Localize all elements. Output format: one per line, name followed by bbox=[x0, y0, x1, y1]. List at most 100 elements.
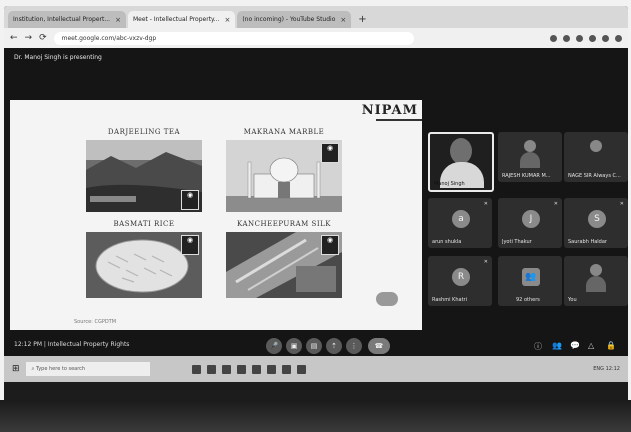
present-button[interactable]: ⇡ bbox=[326, 338, 342, 354]
windows-start-icon[interactable]: ⊞ bbox=[12, 364, 20, 374]
chat-icon[interactable]: 💬 bbox=[570, 341, 580, 350]
people-icon[interactable]: 👥 bbox=[552, 341, 562, 350]
panel-caption: MAKRANA MARBLE bbox=[243, 128, 325, 136]
camera-icon[interactable] bbox=[550, 34, 557, 42]
back-icon[interactable]: ← bbox=[10, 33, 18, 43]
participant-avatar: S bbox=[588, 210, 606, 228]
participant-avatar: R bbox=[452, 268, 470, 286]
meet-stage: Dr. Manoj Singh is presenting NIPAM DARJ… bbox=[4, 48, 628, 356]
participant-name: Manoj Singh bbox=[434, 181, 465, 187]
browser-tab[interactable]: Institution, Intellectual Propert... × bbox=[8, 11, 126, 28]
people-icon: 👥 bbox=[522, 268, 540, 286]
extension-icons bbox=[550, 34, 622, 42]
participant-tile-video[interactable]: Manoj Singh bbox=[428, 132, 494, 192]
info-icon[interactable]: ⓘ bbox=[534, 341, 542, 352]
reload-icon[interactable]: ⟳ bbox=[39, 33, 47, 43]
participant-name: Jyoti Thakur bbox=[502, 239, 532, 245]
nipam-logo: NIPAM bbox=[361, 103, 418, 118]
mic-off-icon: ✕ bbox=[483, 259, 488, 265]
activities-icon[interactable]: △ bbox=[588, 341, 594, 350]
participant-name: Saurabh Haldar bbox=[568, 239, 607, 245]
camera-button[interactable]: ▣ bbox=[286, 338, 302, 354]
edge-icon[interactable] bbox=[206, 364, 216, 374]
tab-label: (no incoming) - YouTube Studio bbox=[242, 16, 336, 23]
powerpoint-icon[interactable] bbox=[296, 364, 306, 374]
monitor-screen: Institution, Intellectual Propert... × M… bbox=[4, 6, 628, 406]
meeting-time: 12:12 PM bbox=[14, 341, 42, 348]
taskbar-search-placeholder: Type here to search bbox=[35, 366, 86, 372]
mail-icon[interactable] bbox=[251, 364, 261, 374]
chrome-icon[interactable] bbox=[266, 364, 276, 374]
file-explorer-icon[interactable] bbox=[221, 364, 231, 374]
logo-underline bbox=[376, 119, 422, 121]
lock-icon[interactable]: 🔒 bbox=[606, 341, 616, 350]
more-options-button[interactable]: ⋮ bbox=[346, 338, 362, 354]
meet-control-bar: 12:12 PM | Intellectual Property Rights … bbox=[4, 336, 628, 356]
browser-tab[interactable]: (no incoming) - YouTube Studio × bbox=[237, 11, 352, 28]
leave-call-button[interactable]: ☎ bbox=[368, 338, 390, 354]
slide-panel-basmati: BASMATI RICE ◉ bbox=[86, 220, 202, 298]
slide-panel-darjeeling: DARJEELING TEA ◉ bbox=[86, 128, 202, 212]
participant-tile[interactable]: ✕ R Rashmi Khatri bbox=[428, 256, 492, 306]
forward-icon[interactable]: → bbox=[25, 33, 33, 43]
participant-tile[interactable]: ✕ J Jyoti Thakur bbox=[498, 198, 562, 248]
meeting-info: 12:12 PM | Intellectual Property Rights bbox=[14, 341, 129, 348]
participant-tile[interactable]: NAGE SIR Always C... bbox=[564, 132, 628, 182]
browser-tab-active[interactable]: Meet - Intellectual Property... × bbox=[127, 11, 236, 28]
menu-icon[interactable] bbox=[615, 34, 622, 42]
extension-icon[interactable] bbox=[589, 34, 596, 42]
mic-off-icon: ✕ bbox=[483, 201, 488, 207]
participant-avatar: a bbox=[452, 210, 470, 228]
star-icon[interactable] bbox=[576, 34, 583, 42]
new-tab-icon[interactable]: + bbox=[353, 11, 371, 28]
share-icon[interactable] bbox=[563, 34, 570, 42]
url-text: meet.google.com/abc-vxzv-dgp bbox=[61, 34, 157, 42]
self-name: You bbox=[568, 297, 577, 303]
participant-avatar: J bbox=[522, 210, 540, 228]
panel-caption: DARJEELING TEA bbox=[107, 128, 181, 136]
participant-face bbox=[450, 138, 472, 164]
monitor-bezel bbox=[0, 400, 631, 432]
participant-avatar bbox=[590, 140, 602, 152]
participant-tile[interactable]: RAJESH KUMAR M... bbox=[498, 132, 562, 182]
store-icon[interactable] bbox=[236, 364, 246, 374]
participant-tile[interactable]: ✕ S Saurabh Haldar bbox=[564, 198, 628, 248]
participant-name: RAJESH KUMAR M... bbox=[502, 173, 551, 179]
panel-caption: KANCHEEPURAM SILK bbox=[237, 220, 331, 228]
slide-shape bbox=[376, 292, 398, 306]
url-field[interactable]: meet.google.com/abc-vxzv-dgp bbox=[53, 31, 414, 45]
gi-tag-icon: ◉ bbox=[321, 143, 339, 163]
system-tray[interactable]: ENG 12:12 bbox=[593, 366, 620, 372]
mic-off-icon: ✕ bbox=[619, 201, 624, 207]
close-icon[interactable]: × bbox=[224, 16, 230, 24]
panel-caption: BASMATI RICE bbox=[113, 220, 175, 228]
presenting-label: Dr. Manoj Singh is presenting bbox=[14, 54, 102, 61]
captions-button[interactable]: ▤ bbox=[306, 338, 322, 354]
gi-tag-icon: ◉ bbox=[181, 190, 199, 210]
participant-tile[interactable]: ✕ a arun shukla bbox=[428, 198, 492, 248]
profile-icon[interactable] bbox=[602, 34, 609, 42]
gi-tag-icon: ◉ bbox=[181, 235, 199, 255]
close-icon[interactable]: × bbox=[340, 16, 346, 24]
self-tile[interactable]: You bbox=[564, 256, 628, 306]
self-avatar bbox=[590, 264, 602, 276]
participant-name: NAGE SIR Always C... bbox=[568, 173, 621, 179]
tab-label: Meet - Intellectual Property... bbox=[132, 16, 220, 23]
participant-name: Rashmi Khatri bbox=[432, 297, 467, 303]
others-count: 92 others bbox=[516, 297, 540, 303]
address-bar: ← → ⟳ meet.google.com/abc-vxzv-dgp bbox=[4, 28, 628, 48]
mic-button[interactable]: 🎤 bbox=[266, 338, 282, 354]
taskbar-search[interactable]: ⌕ Type here to search bbox=[25, 362, 150, 376]
taskbar-apps bbox=[191, 364, 306, 374]
others-tile[interactable]: 👥 92 others bbox=[498, 256, 562, 306]
word-icon[interactable] bbox=[281, 364, 291, 374]
gi-tag-icon: ◉ bbox=[321, 235, 339, 255]
tab-label: Institution, Intellectual Propert... bbox=[13, 16, 111, 23]
slide-footer-note: Source: CGPDTM bbox=[74, 319, 117, 325]
presentation-slide: NIPAM DARJEELING TEA ◉ MAKRANA MARBLE ◉ … bbox=[10, 100, 422, 330]
slide-panel-makrana: MAKRANA MARBLE ◉ bbox=[226, 128, 342, 212]
close-icon[interactable]: × bbox=[115, 16, 121, 24]
participant-avatar bbox=[524, 140, 536, 152]
mic-off-icon: ✕ bbox=[553, 201, 558, 207]
task-view-icon[interactable] bbox=[191, 364, 201, 374]
